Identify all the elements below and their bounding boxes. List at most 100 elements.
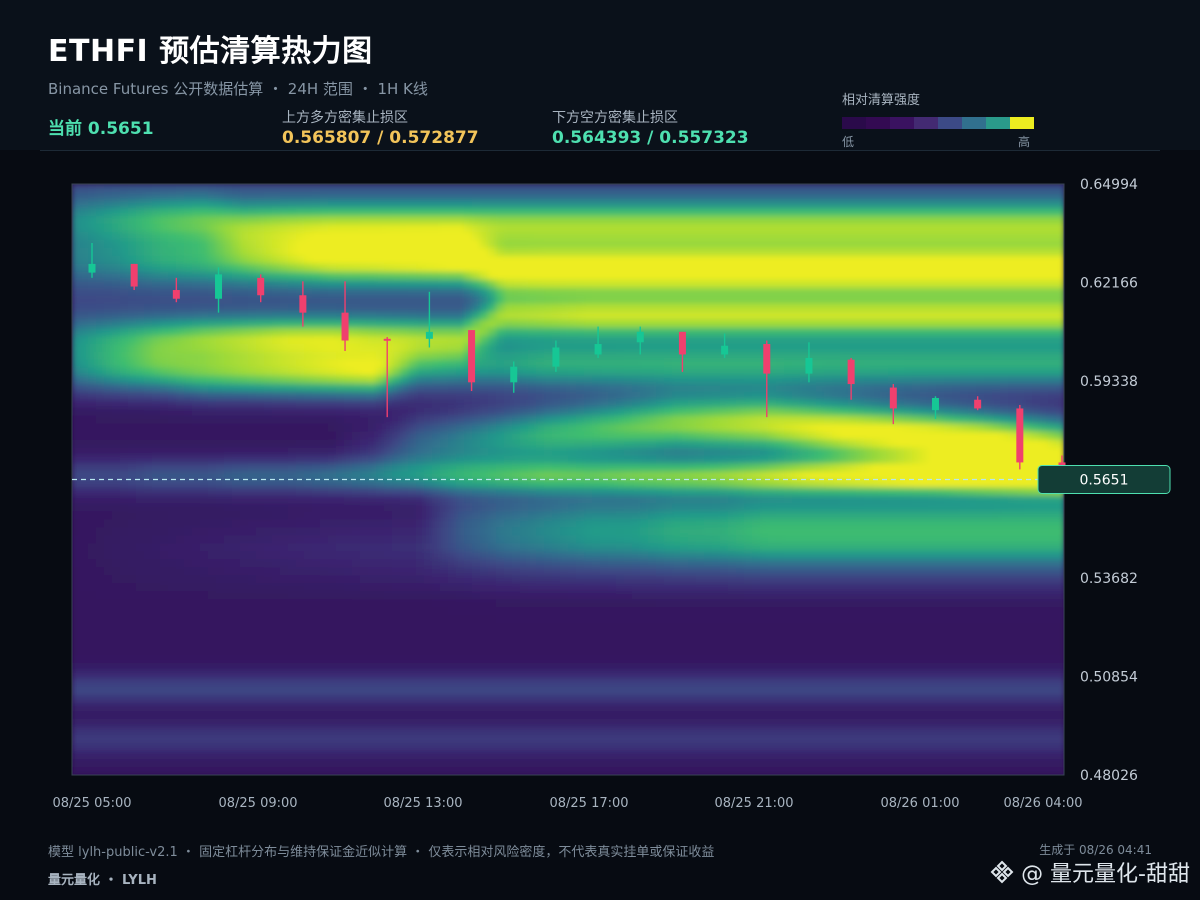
heatmap-cell — [456, 575, 465, 584]
heatmap-cell — [360, 311, 369, 321]
heatmap-cell — [208, 447, 217, 457]
heatmap-cell — [72, 623, 81, 632]
heatmap-cell — [240, 319, 249, 329]
heatmap-cell — [312, 711, 321, 720]
heatmap-cell — [240, 223, 249, 233]
heatmap-cell — [72, 679, 81, 688]
heatmap-cell — [416, 719, 425, 728]
heatmap-cell — [328, 455, 337, 465]
heatmap-cell — [128, 184, 137, 193]
heatmap-cell — [512, 519, 521, 529]
heatmap-cell — [344, 767, 353, 775]
heatmap-cell — [152, 279, 161, 289]
heatmap-cell — [168, 655, 177, 664]
heatmap-cell — [464, 271, 473, 281]
heatmap-cell — [88, 367, 97, 377]
heatmap-cell — [144, 527, 153, 537]
heatmap-cell — [584, 351, 593, 361]
heatmap-cell — [200, 623, 209, 632]
heatmap-cell — [592, 687, 601, 696]
heatmap-cell — [344, 487, 353, 497]
heatmap-cell — [584, 303, 593, 313]
heatmap-cell — [96, 295, 105, 305]
heatmap-cell — [136, 359, 145, 369]
heatmap-cell — [456, 495, 465, 505]
heatmap-cell — [200, 255, 209, 265]
heatmap-cell — [160, 655, 169, 664]
heatmap-cell — [192, 287, 201, 297]
heatmap-cell — [192, 663, 201, 672]
heatmap-cell — [208, 303, 217, 313]
heatmap-cell — [456, 751, 465, 760]
heatmap-cell — [248, 375, 257, 385]
heatmap-cell — [440, 343, 449, 353]
heatmap-cell — [576, 375, 585, 385]
heatmap-cell — [608, 271, 617, 281]
heatmap-cell — [376, 759, 385, 768]
heatmap-cell — [280, 719, 289, 728]
heatmap-cell — [168, 495, 177, 505]
heatmap-cell — [336, 695, 345, 704]
heatmap-cell — [480, 639, 489, 648]
heatmap-cell — [384, 287, 393, 297]
heatmap-cell — [72, 543, 81, 552]
heatmap-cell — [232, 559, 241, 568]
heatmap-cell — [416, 271, 425, 281]
heatmap-cell — [88, 703, 97, 712]
heatmap-cell — [344, 359, 353, 369]
heatmap-cell — [392, 527, 401, 537]
heatmap-cell — [440, 479, 449, 489]
heatmap-cell — [456, 191, 465, 201]
heatmap-cell — [480, 623, 489, 632]
heatmap-cell — [256, 335, 265, 345]
heatmap-cell — [200, 367, 209, 377]
heatmap-cell — [112, 471, 121, 481]
heatmap-cell — [80, 415, 89, 425]
heatmap-cell — [512, 727, 521, 736]
heatmap-cell — [88, 287, 97, 297]
heatmap-cell — [272, 495, 281, 505]
heatmap-cell — [192, 767, 201, 775]
heatmap-cell — [232, 247, 241, 257]
heatmap-cell — [168, 231, 177, 241]
heatmap-cell — [248, 503, 257, 513]
heatmap-cell — [560, 471, 569, 481]
heatmap-cell — [208, 423, 217, 433]
heatmap-cell — [96, 767, 105, 775]
heatmap-cell — [88, 495, 97, 505]
heatmap-cell — [360, 239, 369, 249]
heatmap-cell — [152, 679, 161, 688]
heatmap-cell — [152, 359, 161, 369]
heatmap-cell — [152, 439, 161, 449]
heatmap-cell — [264, 271, 273, 281]
heatmap-cell — [480, 184, 489, 193]
heatmap-cell — [488, 615, 497, 624]
heatmap-cell — [512, 247, 521, 257]
heatmap-cell — [504, 247, 513, 257]
heatmap-cell — [576, 679, 585, 688]
heatmap-cell — [456, 559, 465, 568]
heatmap-cell — [232, 567, 241, 576]
heatmap-cell — [168, 207, 177, 217]
heatmap-cell — [176, 703, 185, 712]
heatmap-cell — [144, 303, 153, 313]
heatmap-cell — [392, 231, 401, 241]
heatmap-cell — [576, 407, 585, 417]
heatmap-cell — [400, 335, 409, 345]
heatmap-cell — [496, 623, 505, 632]
heatmap-cell — [256, 727, 265, 736]
heatmap-cell — [488, 543, 497, 552]
heatmap-cell — [360, 471, 369, 481]
heatmap-cell — [200, 639, 209, 648]
heatmap-cell — [128, 375, 137, 385]
heatmap-cell — [584, 319, 593, 329]
heatmap-cell — [368, 184, 377, 193]
heatmap-cell — [288, 447, 297, 457]
heatmap-cell — [328, 543, 337, 552]
heatmap-cell — [432, 287, 441, 297]
heatmap-cell — [328, 191, 337, 201]
heatmap-cell — [216, 663, 225, 672]
heatmap-cell — [224, 199, 233, 209]
heatmap-cell — [600, 495, 609, 505]
heatmap-cell — [320, 487, 329, 497]
